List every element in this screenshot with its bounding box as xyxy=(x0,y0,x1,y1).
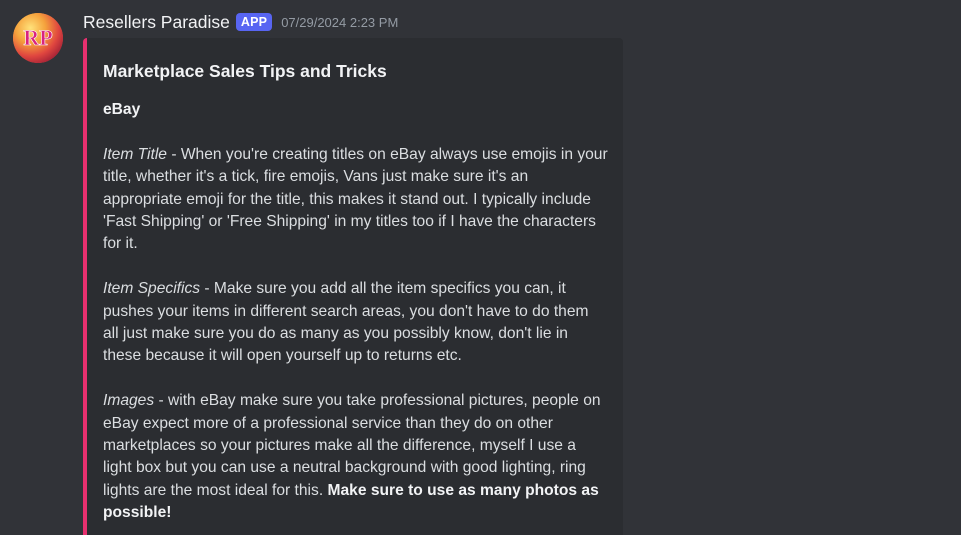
embed-description: eBay Item Title - When you're creating t… xyxy=(103,99,608,525)
tip-label: Item Title xyxy=(103,145,167,163)
svg-text:RP: RP xyxy=(23,25,52,50)
avatar[interactable]: RP xyxy=(13,13,63,63)
section-heading: eBay xyxy=(103,101,141,118)
tip-paragraph-images: Images - with eBay make sure you take pr… xyxy=(103,390,608,524)
app-badge: APP xyxy=(235,13,273,31)
tip-paragraph-item-title: Item Title - When you're creating titles… xyxy=(103,144,608,256)
tip-label: Images xyxy=(103,392,155,410)
message-timestamp[interactable]: 07/29/2024 2:23 PM xyxy=(281,15,398,30)
tip-separator: - xyxy=(166,145,181,163)
message-header: Resellers Paradise APP 07/29/2024 2:23 P… xyxy=(83,9,398,35)
tip-paragraph-item-specifics: Item Specifics - Make sure you add all t… xyxy=(103,278,608,368)
chat-message: RP Resellers Paradise APP 07/29/2024 2:2… xyxy=(0,0,961,535)
tip-separator: - xyxy=(154,392,168,410)
avatar-logo-icon: RP xyxy=(13,13,63,63)
tip-separator: - xyxy=(200,280,214,298)
message-embed: Marketplace Sales Tips and Tricks eBay I… xyxy=(83,38,623,535)
tip-label: Item Specifics xyxy=(103,280,201,298)
author-name[interactable]: Resellers Paradise xyxy=(83,12,230,33)
embed-title: Marketplace Sales Tips and Tricks xyxy=(103,61,387,81)
